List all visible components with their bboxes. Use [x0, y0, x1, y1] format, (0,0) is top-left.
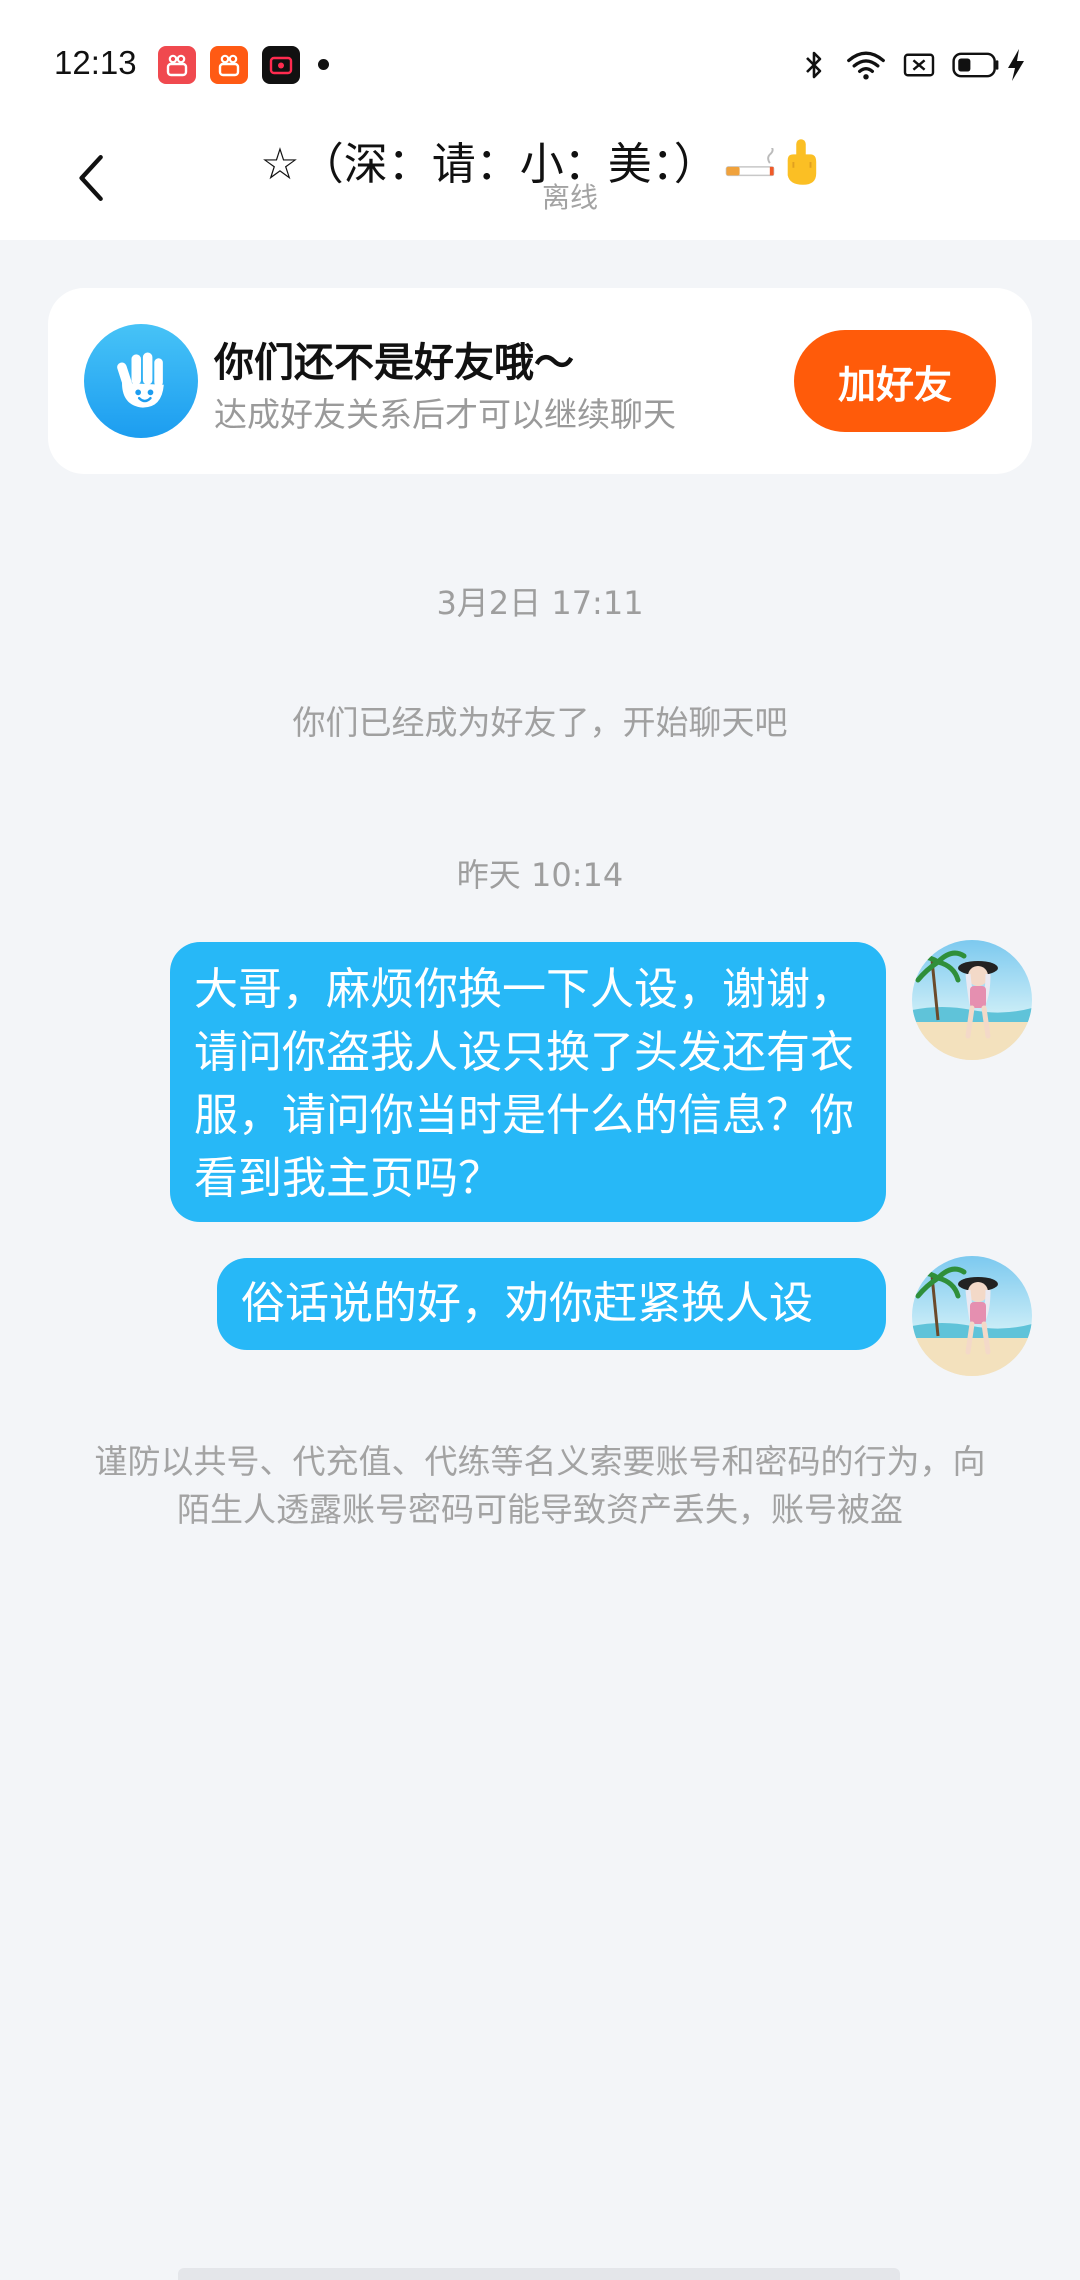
message-bubble[interactable]: 俗话说的好，劝你赶紧换人设: [217, 1258, 886, 1350]
avatar[interactable]: [912, 1256, 1032, 1376]
avatar[interactable]: [912, 940, 1032, 1060]
bluetooth-icon: [800, 46, 828, 84]
charging-icon: [1004, 46, 1028, 84]
kuaishou-icon: [210, 46, 248, 84]
home-indicator[interactable]: [178, 2268, 900, 2280]
friend-request-banner: 你们还不是好友哦～ 达成好友关系后才可以继续聊天 加好友: [48, 288, 1032, 474]
message-bubble[interactable]: 大哥，麻烦你换一下人设，谢谢，请问你盗我人设只换了头发还有衣服，请问你当时是什么…: [170, 942, 886, 1222]
message-timestamp: 昨天 10:14: [456, 856, 624, 894]
status-bar: 12:13: [0, 0, 1080, 120]
security-warning: 谨防以共号、代充值、代练等名义索要账号和密码的行为，向陌生人透露账号密码可能导致…: [94, 1442, 986, 1529]
chat-status: 离线: [541, 181, 598, 214]
battery-icon: [950, 46, 1002, 84]
banner-subtitle: 达成好友关系后才可以继续聊天: [214, 395, 676, 434]
wave-hand-icon: [84, 324, 198, 438]
sim-icon: [902, 46, 936, 84]
banner-title: 你们还不是好友哦～: [214, 340, 574, 386]
add-friend-button[interactable]: 加好友: [794, 330, 996, 432]
system-message: 你们已经成为好友了，开始聊天吧: [292, 703, 788, 742]
video-recorder-icon: [262, 46, 300, 84]
notification-dot: [318, 59, 329, 70]
status-time: 12:13: [54, 44, 137, 81]
wifi-icon: [844, 46, 888, 84]
message-timestamp: 3月2日 17:11: [436, 584, 644, 622]
chat-header: ☆（深：请：小：美：） 离线: [0, 120, 1080, 240]
kuaishou-icon: [158, 46, 196, 84]
